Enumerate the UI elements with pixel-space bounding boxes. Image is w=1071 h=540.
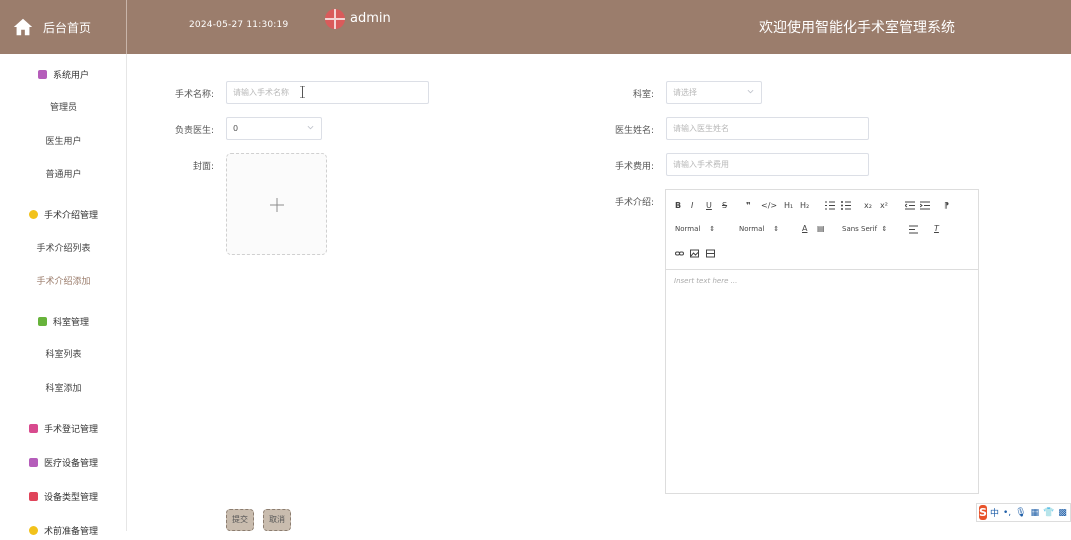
editor-placeholder[interactable]: Insert text here ... [674,277,737,285]
surgery-fee-input[interactable]: 请输入手术费用 [666,153,869,176]
bold-icon[interactable]: B [675,201,681,210]
ime-lang-indicator[interactable]: 中 [990,506,999,519]
doctor-name-label: 医生姓名: [614,126,654,136]
clipboard-icon [28,423,38,433]
sidebar-group-label: 医疗设备管理 [43,458,98,469]
plus-icon [270,198,284,212]
doctor-name-input[interactable]: 请输入医生姓名 [666,117,869,140]
underline-icon[interactable]: U [706,201,712,210]
archive-icon [28,457,38,467]
sidebar: 系统用户 管理员 医生用户 普通用户 手术介绍管理 手术介绍列表 手术介绍添加 … [0,54,127,537]
surgery-name-label: 手术名称: [174,90,214,100]
indent-icon[interactable] [920,201,930,210]
sidebar-group-label: 设备类型管理 [43,492,98,503]
top-bar: 后台首页 2024-05-27 11:30:19 admin 欢迎使用智能化手术… [0,0,1071,54]
sidebar-group-label: 术前准备管理 [43,526,98,537]
surgery-name-input[interactable]: 请输入手术名称 [226,81,429,104]
sidebar-item-surgery-intro-list[interactable]: 手术介绍列表 [0,240,127,258]
rich-text-editor: B I U S ❞ </> H₁ H₂ x₂ x² ⁋ Normal ⇕ Nor… [665,189,979,494]
home-link[interactable]: 后台首页 [0,0,127,54]
sidebar-item-admin[interactable]: 管理员 [0,99,127,117]
chat-icon [37,316,47,326]
flower-icon [28,525,38,535]
size-picker-value: Normal [675,225,701,233]
bullet-list-icon[interactable] [841,201,851,210]
skin-icon[interactable]: 👕 [1043,508,1054,518]
doctor-in-charge-select[interactable]: 0 [226,117,322,140]
sidebar-group-equipment-type[interactable]: 设备类型管理 [0,486,127,506]
chevron-down-icon [747,89,754,94]
sidebar-group-label: 系统用户 [52,70,89,81]
sidebar-item-normal-users[interactable]: 普通用户 [0,166,127,184]
sidebar-group-label: 手术介绍管理 [43,210,98,221]
grid-icon [28,491,38,501]
keyboard-icon[interactable]: ▦ [1031,508,1040,518]
sidebar-group-department[interactable]: 科室管理 [0,311,127,331]
punctuation-icon[interactable]: •, [1003,508,1011,518]
system-title: 欢迎使用智能化手术室管理系统 [759,20,955,36]
ordered-list-icon[interactable] [825,201,835,210]
sidebar-group-preop-prep[interactable]: 术前准备管理 [0,520,127,540]
image-icon[interactable] [690,249,699,258]
size-picker[interactable]: Normal ⇕ [675,225,715,233]
surgery-fee-label: 手术费用: [614,162,654,172]
blockquote-icon[interactable]: ❞ [746,201,751,210]
submit-button[interactable]: 提交 [226,509,254,531]
grid-icon[interactable]: ▩ [1058,508,1067,518]
home-icon [13,18,33,36]
archive-icon [37,69,47,79]
chevron-down-icon [307,125,314,130]
flower-icon [28,209,38,219]
font-picker-value: Sans Serif [842,225,878,233]
sidebar-group-surgery-registration[interactable]: 手术登记管理 [0,418,127,438]
font-color-icon[interactable]: A [802,224,807,233]
cancel-button[interactable]: 取消 [263,509,291,531]
username[interactable]: admin [350,11,391,26]
department-placeholder: 请选择 [673,88,697,97]
strike-icon[interactable]: S [722,201,727,210]
align-icon[interactable] [909,225,918,234]
code-block-icon[interactable]: </> [761,201,777,210]
mic-icon[interactable]: 🎙 [1015,508,1026,518]
sidebar-group-surgery-intro[interactable]: 手术介绍管理 [0,204,127,224]
background-color-icon[interactable]: ▤ [817,224,825,233]
sidebar-group-label: 科室管理 [52,317,89,328]
italic-icon[interactable]: I [691,201,693,210]
ime-toolbar[interactable]: S 中 •, 🎙 ▦ 👕 ▩ [976,503,1071,522]
surgery-intro-label: 手术介绍: [614,198,654,208]
header-picker[interactable]: Normal ⇕ [739,225,779,233]
clear-format-icon[interactable]: T [934,224,939,233]
home-label: 后台首页 [43,20,92,35]
link-icon[interactable] [675,249,684,258]
outdent-icon[interactable] [905,201,915,210]
sidebar-group-system-users[interactable]: 系统用户 [0,64,127,84]
department-select[interactable]: 请选择 [666,81,762,104]
ime-logo-icon: S [979,505,987,520]
header-1-icon[interactable]: H₁ [784,201,793,210]
editor-toolbar: B I U S ❞ </> H₁ H₂ x₂ x² ⁋ Normal ⇕ Nor… [666,190,978,270]
sidebar-item-surgery-intro-add[interactable]: 手术介绍添加 [0,273,127,291]
cover-label: 封面: [192,162,214,172]
video-icon[interactable] [706,249,715,258]
sidebar-group-medical-equipment[interactable]: 医疗设备管理 [0,452,127,472]
text-cursor-icon [300,86,305,98]
sidebar-group-label: 手术登记管理 [43,424,98,435]
sidebar-item-department-add[interactable]: 科室添加 [0,380,127,398]
doctor-in-charge-value: 0 [233,124,239,133]
sidebar-item-department-list[interactable]: 科室列表 [0,346,127,364]
cover-upload[interactable] [226,153,327,255]
text-direction-icon[interactable]: ⁋ [944,201,949,210]
department-label: 科室: [632,90,654,100]
header-2-icon[interactable]: H₂ [800,201,809,210]
doctor-in-charge-label: 负责医生: [174,126,214,136]
datetime-display: 2024-05-27 11:30:19 [189,20,289,30]
sidebar-item-doctor-users[interactable]: 医生用户 [0,133,127,151]
avatar[interactable] [325,9,345,29]
superscript-icon[interactable]: x² [880,201,888,210]
font-picker[interactable]: Sans Serif ⇕ [842,225,887,233]
subscript-icon[interactable]: x₂ [864,201,872,210]
header-picker-value: Normal [739,225,765,233]
